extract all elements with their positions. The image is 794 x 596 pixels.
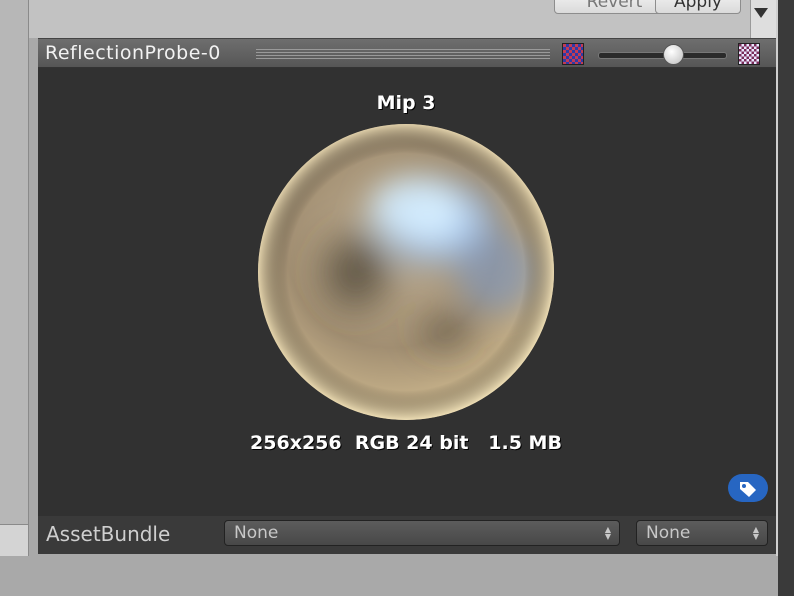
bottom-bar: [0, 556, 778, 596]
reflection-sphere: [258, 124, 554, 420]
asset-bundle-label: AssetBundle: [46, 522, 171, 546]
apply-button[interactable]: Apply: [655, 0, 741, 14]
asset-bundle-name-dropdown[interactable]: None ▲ ▼: [224, 520, 620, 546]
drag-handle[interactable]: [256, 49, 550, 59]
asset-bundle-row: AssetBundle None ▲ ▼ None ▲ ▼: [38, 516, 776, 554]
inspector-top: Revert Apply: [29, 0, 750, 38]
left-panel-footer: [0, 524, 29, 557]
left-panel: [0, 0, 29, 524]
tag-icon[interactable]: [728, 474, 768, 502]
asset-bundle-name-value: None: [234, 523, 279, 543]
asset-bundle-variant-dropdown[interactable]: None ▲ ▼: [636, 520, 768, 546]
checker-large-icon[interactable]: [738, 43, 760, 65]
checker-small-icon[interactable]: [562, 43, 584, 65]
preview-title: ReflectionProbe-0: [45, 42, 221, 64]
mip-slider-thumb[interactable]: [662, 44, 684, 65]
scrollbar[interactable]: [750, 0, 779, 38]
asset-bundle-variant-value: None: [646, 523, 691, 543]
scroll-down-icon[interactable]: [754, 8, 768, 18]
mip-label: Mip 3: [376, 92, 436, 114]
preview-header: ReflectionProbe-0: [38, 38, 776, 68]
updown-arrow-icon: ▲ ▼: [752, 525, 759, 541]
window-edge: [778, 0, 794, 596]
updown-arrow-icon: ▲ ▼: [604, 525, 611, 541]
texture-info: 256x256 RGB 24 bit 1.5 MB: [250, 432, 562, 454]
preview-area: Mip 3 256x256 RGB 24 bit 1.5 MB: [38, 68, 776, 516]
